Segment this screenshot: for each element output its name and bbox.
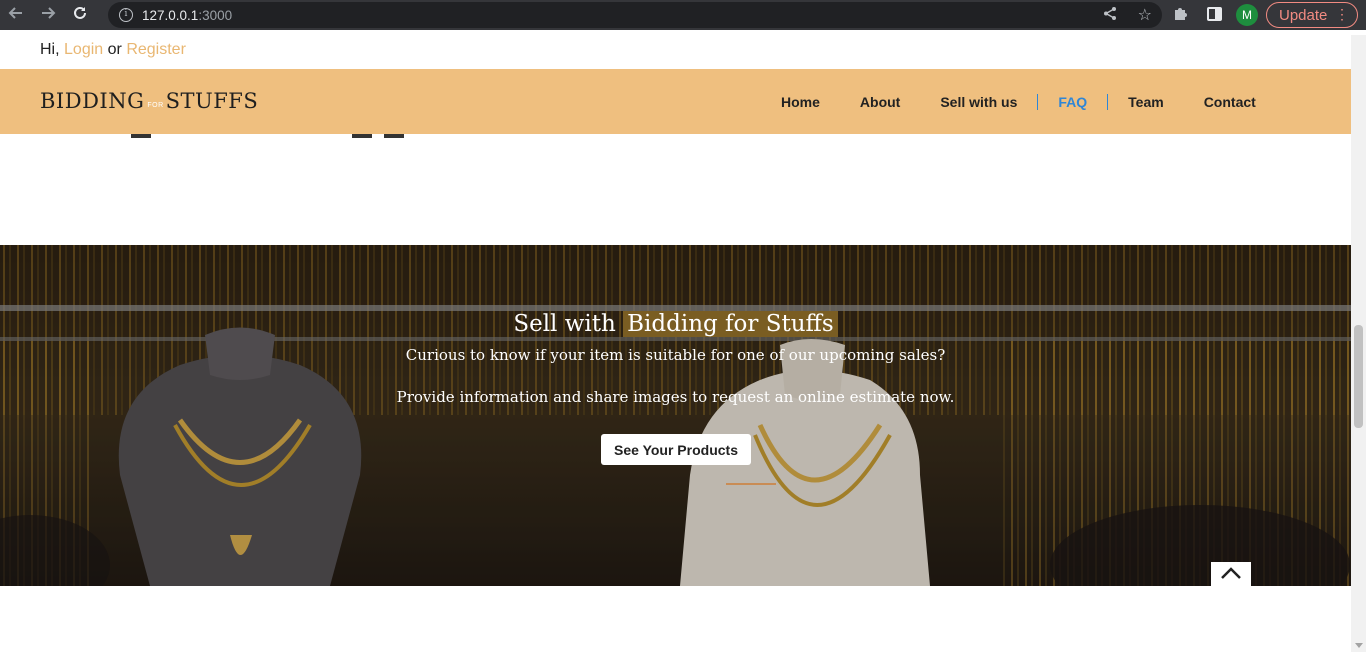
back-button[interactable] (0, 0, 32, 30)
account-bar: Hi, Login or Register (40, 41, 186, 59)
share-icon[interactable] (1103, 6, 1118, 25)
main-nav: Home About Sell with us FAQ Team Contact (761, 69, 1276, 134)
forward-button[interactable] (32, 0, 64, 30)
puzzle-icon[interactable] (1173, 5, 1189, 25)
side-panel-icon[interactable] (1207, 7, 1222, 21)
update-label: Update (1279, 6, 1328, 24)
logo-word-bidding: BIDDING (40, 89, 145, 113)
arrow-right-icon (40, 5, 56, 25)
arrow-left-icon (8, 5, 24, 25)
register-link[interactable]: Register (126, 41, 186, 58)
see-your-products-button[interactable]: See Your Products (601, 434, 751, 465)
logo-word-stuffs: STUFFS (165, 89, 259, 113)
hero-subtitle-line-1: Curious to know if your item is suitable… (405, 346, 946, 364)
clipped-text-fragment (352, 134, 372, 138)
sell-hero-banner: Sell with Bidding for Stuffs Curious to … (0, 245, 1351, 586)
clipped-text-fragment (131, 134, 151, 138)
nav-home[interactable]: Home (761, 94, 840, 110)
scroll-down-arrow-icon[interactable] (1355, 643, 1363, 648)
chevron-up-icon (1220, 565, 1242, 584)
hero-title: Sell with Bidding for Stuffs (0, 311, 1351, 337)
browser-toolbar: i 127.0.0.1:3000 ☆ M Update ⋮ (0, 0, 1366, 30)
reload-button[interactable] (64, 0, 96, 30)
nav-contact[interactable]: Contact (1184, 94, 1276, 110)
hero-subtitle-line-2: Provide information and share images to … (396, 388, 955, 406)
reload-icon (72, 5, 88, 25)
nav-about[interactable]: About (840, 94, 920, 110)
page-scrollbar[interactable] (1351, 35, 1366, 652)
star-icon[interactable]: ☆ (1138, 5, 1152, 24)
nav-team[interactable]: Team (1108, 94, 1184, 110)
hero-title-prefix: Sell with (513, 311, 616, 337)
or-text: or (107, 41, 122, 58)
nav-sell-with-us[interactable]: Sell with us (920, 94, 1037, 110)
login-link[interactable]: Login (64, 41, 103, 58)
url-text: 127.0.0.1:3000 (142, 7, 233, 23)
scrollbar-thumb[interactable] (1354, 325, 1363, 428)
scroll-to-top-button[interactable] (1211, 562, 1251, 586)
more-icon: ⋮ (1335, 6, 1349, 22)
address-bar[interactable]: i 127.0.0.1:3000 ☆ (108, 2, 1162, 28)
logo-word-for: FOR (147, 101, 164, 109)
greeting-text: Hi, (40, 41, 60, 58)
site-logo[interactable]: BIDDING FOR STUFFS (40, 89, 258, 113)
jewelry-background-image (0, 245, 1351, 586)
nav-faq[interactable]: FAQ (1038, 94, 1107, 110)
page-viewport: Hi, Login or Register BIDDING FOR STUFFS… (0, 35, 1351, 652)
site-header: BIDDING FOR STUFFS Home About Sell with … (0, 69, 1351, 134)
clipped-text-fragment (384, 134, 404, 138)
hero-divider (726, 483, 776, 485)
info-icon[interactable]: i (119, 8, 133, 22)
avatar[interactable]: M (1236, 4, 1258, 26)
hero-title-highlight: Bidding for Stuffs (623, 311, 838, 337)
update-button[interactable]: Update ⋮ (1266, 2, 1358, 28)
